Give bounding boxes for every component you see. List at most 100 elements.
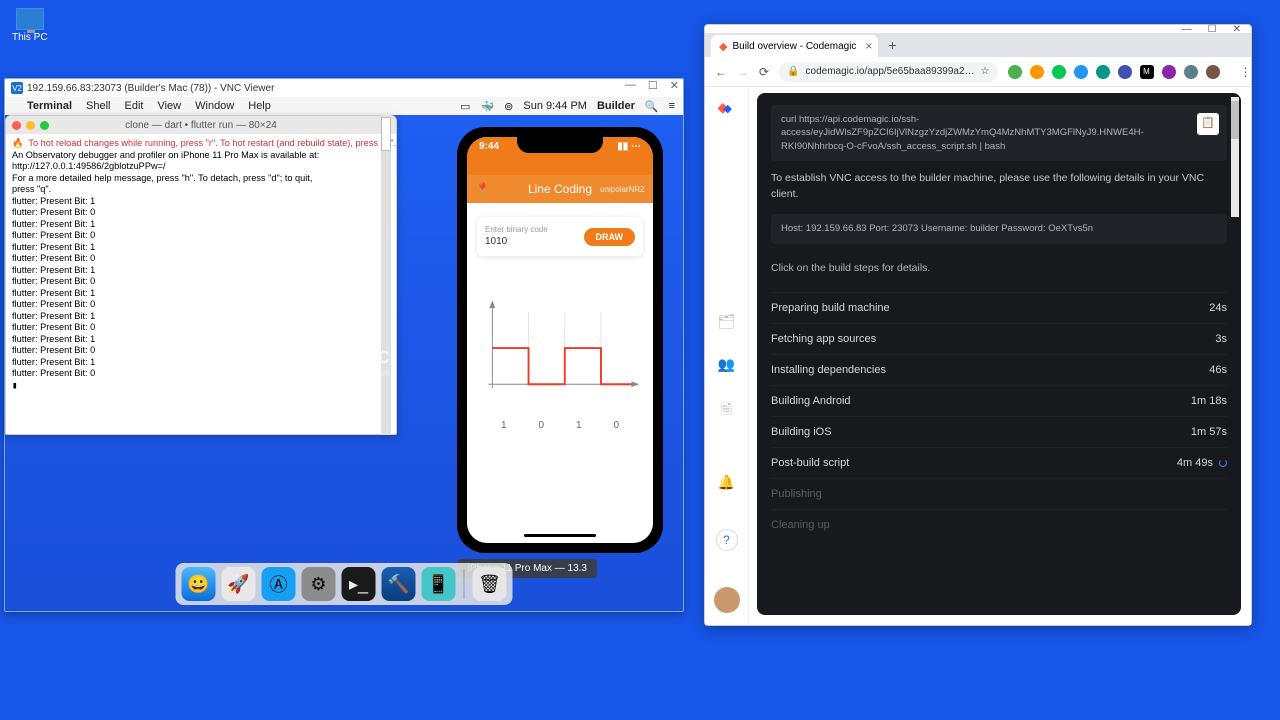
sidebar-teams-icon[interactable]: 👥 [718, 356, 735, 373]
menu-help[interactable]: Help [248, 100, 271, 112]
ext-icon[interactable] [1030, 65, 1044, 79]
build-step[interactable]: Publishing [771, 478, 1227, 509]
binary-input-value[interactable]: 1010 [485, 235, 548, 248]
ext-icon[interactable] [1074, 65, 1088, 79]
phone-signal-icons: ▮▮ ⋯ [617, 141, 641, 175]
sidebar-apps-icon[interactable]: 🗂 [718, 313, 736, 330]
menubar-builder[interactable]: Builder [597, 100, 635, 112]
vnc-instructions: To establish VNC access to the builder m… [771, 171, 1227, 203]
menu-window[interactable]: Window [195, 100, 234, 112]
vnc-credentials-text: Host: 192.159.66.83 Port: 23073 Username… [781, 223, 1093, 234]
desktop-icon-this-pc[interactable]: This PC [12, 8, 48, 43]
favicon: ◆ [719, 40, 727, 53]
sidebar-user-avatar[interactable] [714, 587, 740, 613]
app-title: Line Coding [528, 182, 592, 196]
new-tab-button[interactable]: + [888, 37, 896, 57]
notifications-icon[interactable]: 🔔 [718, 474, 735, 491]
phone-time: 9:44 [479, 141, 499, 175]
nav-reload-button[interactable]: ⟳ [759, 65, 769, 79]
nav-forward-button[interactable]: → [737, 65, 749, 79]
location-icon[interactable]: 📍 [475, 182, 490, 196]
ext-icon[interactable] [1096, 65, 1110, 79]
build-step[interactable]: Fetching app sources3s [771, 323, 1227, 354]
lock-icon: 🔒 [787, 66, 799, 77]
scrollbar-thumb[interactable] [381, 117, 391, 151]
ext-icon[interactable] [1118, 65, 1132, 79]
scrollbar-thumb[interactable] [1231, 101, 1239, 139]
tab-close-icon[interactable]: × [865, 39, 872, 53]
build-step[interactable]: Building iOS1m 57s [771, 416, 1227, 447]
siri-icon[interactable]: ≡ [669, 100, 675, 112]
address-bar[interactable]: 🔒 codemagic.io/app/5e65baa89399a2… ☆ [779, 62, 997, 82]
win-maximize-button[interactable]: ☐ [648, 79, 658, 92]
ext-icon[interactable] [1162, 65, 1176, 79]
iphone-simulator[interactable]: 9:44 ▮▮ ⋯ 📍 Line Coding unipolarNRZ Ente… [457, 127, 663, 553]
terminal-window[interactable]: clone — dart • flutter run — 80×24 🔥 To … [5, 115, 397, 435]
chrome-menu-icon[interactable]: ⋮ [1240, 65, 1252, 79]
encoding-dropdown[interactable]: unipolarNRZ [600, 185, 645, 194]
sidebar-docs-icon[interactable]: 🗎 [721, 399, 732, 423]
copy-button[interactable]: 📋 [1197, 113, 1219, 135]
terminal-output[interactable]: 🔥 To hot reload changes while running, p… [6, 134, 396, 434]
panel-scrollbar[interactable] [1231, 97, 1239, 217]
traffic-light-close[interactable] [12, 121, 21, 130]
docker-icon[interactable]: 🐳 [480, 100, 494, 113]
dock-terminal-icon[interactable]: ▸_ [342, 567, 376, 601]
dock-xcode-icon[interactable]: 🔨 [382, 567, 416, 601]
url-text: codemagic.io/app/5e65baa89399a2… [806, 66, 975, 77]
tab-title: Build overview - Codemagic [732, 41, 856, 52]
ext-icon[interactable]: M [1140, 65, 1154, 79]
menubar-app-name[interactable]: Terminal [27, 100, 72, 112]
spotlight-icon[interactable]: 🔍 [645, 100, 659, 113]
terminal-titlebar[interactable]: clone — dart • flutter run — 80×24 [6, 116, 396, 134]
dock-appstore-icon[interactable]: Ⓐ [262, 567, 296, 601]
dock-separator [464, 569, 465, 599]
menubar-clock[interactable]: Sun 9:44 PM [523, 100, 587, 112]
ssh-command-block: curl https://api.codemagic.io/ssh-access… [771, 105, 1227, 161]
terminal-title: clone — dart • flutter run — 80×24 [125, 120, 277, 131]
dock-finder-icon[interactable]: 😀 [182, 567, 216, 601]
ext-icon[interactable] [1206, 65, 1220, 79]
terminal-scrollbar[interactable] [381, 115, 391, 435]
app-toolbar: 📍 Line Coding unipolarNRZ [467, 175, 653, 203]
ext-icon[interactable] [1184, 65, 1198, 79]
dock-launchpad-icon[interactable]: 🚀 [222, 567, 256, 601]
desktop-icon-label: This PC [12, 32, 48, 43]
chrome-window[interactable]: — ☐ ✕ ◆ Build overview - Codemagic × + ←… [704, 24, 1252, 626]
dock-settings-icon[interactable]: ⚙ [302, 567, 336, 601]
build-step[interactable]: Installing dependencies46s [771, 354, 1227, 385]
vnc-viewer-window[interactable]: V2 192.159.66.83:23073 (Builder's Mac (7… [4, 78, 684, 612]
build-step[interactable]: Cleaning up [771, 509, 1227, 540]
traffic-light-minimize[interactable] [26, 121, 35, 130]
dock-trash-icon[interactable]: 🗑 [473, 567, 507, 601]
star-icon[interactable]: ☆ [981, 66, 990, 77]
steps-hint: Click on the build steps for details. [771, 262, 1227, 274]
menu-shell[interactable]: Shell [86, 100, 110, 112]
vnc-icon: V2 [11, 82, 23, 94]
dock-simulator-icon[interactable]: 📱 [422, 567, 456, 601]
draw-button[interactable]: DRAW [584, 228, 636, 246]
build-step-label: Fetching app sources [771, 333, 876, 345]
nav-back-button[interactable]: ← [715, 65, 727, 79]
traffic-light-zoom[interactable] [40, 121, 49, 130]
vnc-title: 192.159.66.83:23073 (Builder's Mac (78))… [27, 83, 274, 94]
chart-bit-labels: 1 0 1 0 [467, 420, 653, 431]
wifi-icon[interactable]: ⊚ [504, 100, 513, 113]
win-close-button[interactable]: ✕ [670, 79, 679, 92]
menu-view[interactable]: View [157, 100, 181, 112]
chrome-tab-active[interactable]: ◆ Build overview - Codemagic × [711, 35, 878, 57]
codemagic-logo[interactable] [716, 99, 738, 121]
home-indicator[interactable] [524, 534, 596, 537]
help-button[interactable]: ? [716, 529, 738, 551]
airplay-icon[interactable]: ▭ [460, 100, 470, 113]
build-step[interactable]: Preparing build machine24s [771, 292, 1227, 323]
ext-icon[interactable] [1052, 65, 1066, 79]
build-step[interactable]: Building Android1m 18s [771, 385, 1227, 416]
vnc-titlebar[interactable]: V2 192.159.66.83:23073 (Builder's Mac (7… [5, 79, 683, 97]
build-step[interactable]: Post-build script4m 49s [771, 447, 1227, 478]
codemagic-sidebar: 🗂 👥 🗎 🔔 ? [705, 87, 749, 625]
build-step-time: 1m 18s [1191, 395, 1227, 407]
win-minimize-button[interactable]: — [625, 79, 636, 92]
menu-edit[interactable]: Edit [125, 100, 144, 112]
ext-icon[interactable] [1008, 65, 1022, 79]
